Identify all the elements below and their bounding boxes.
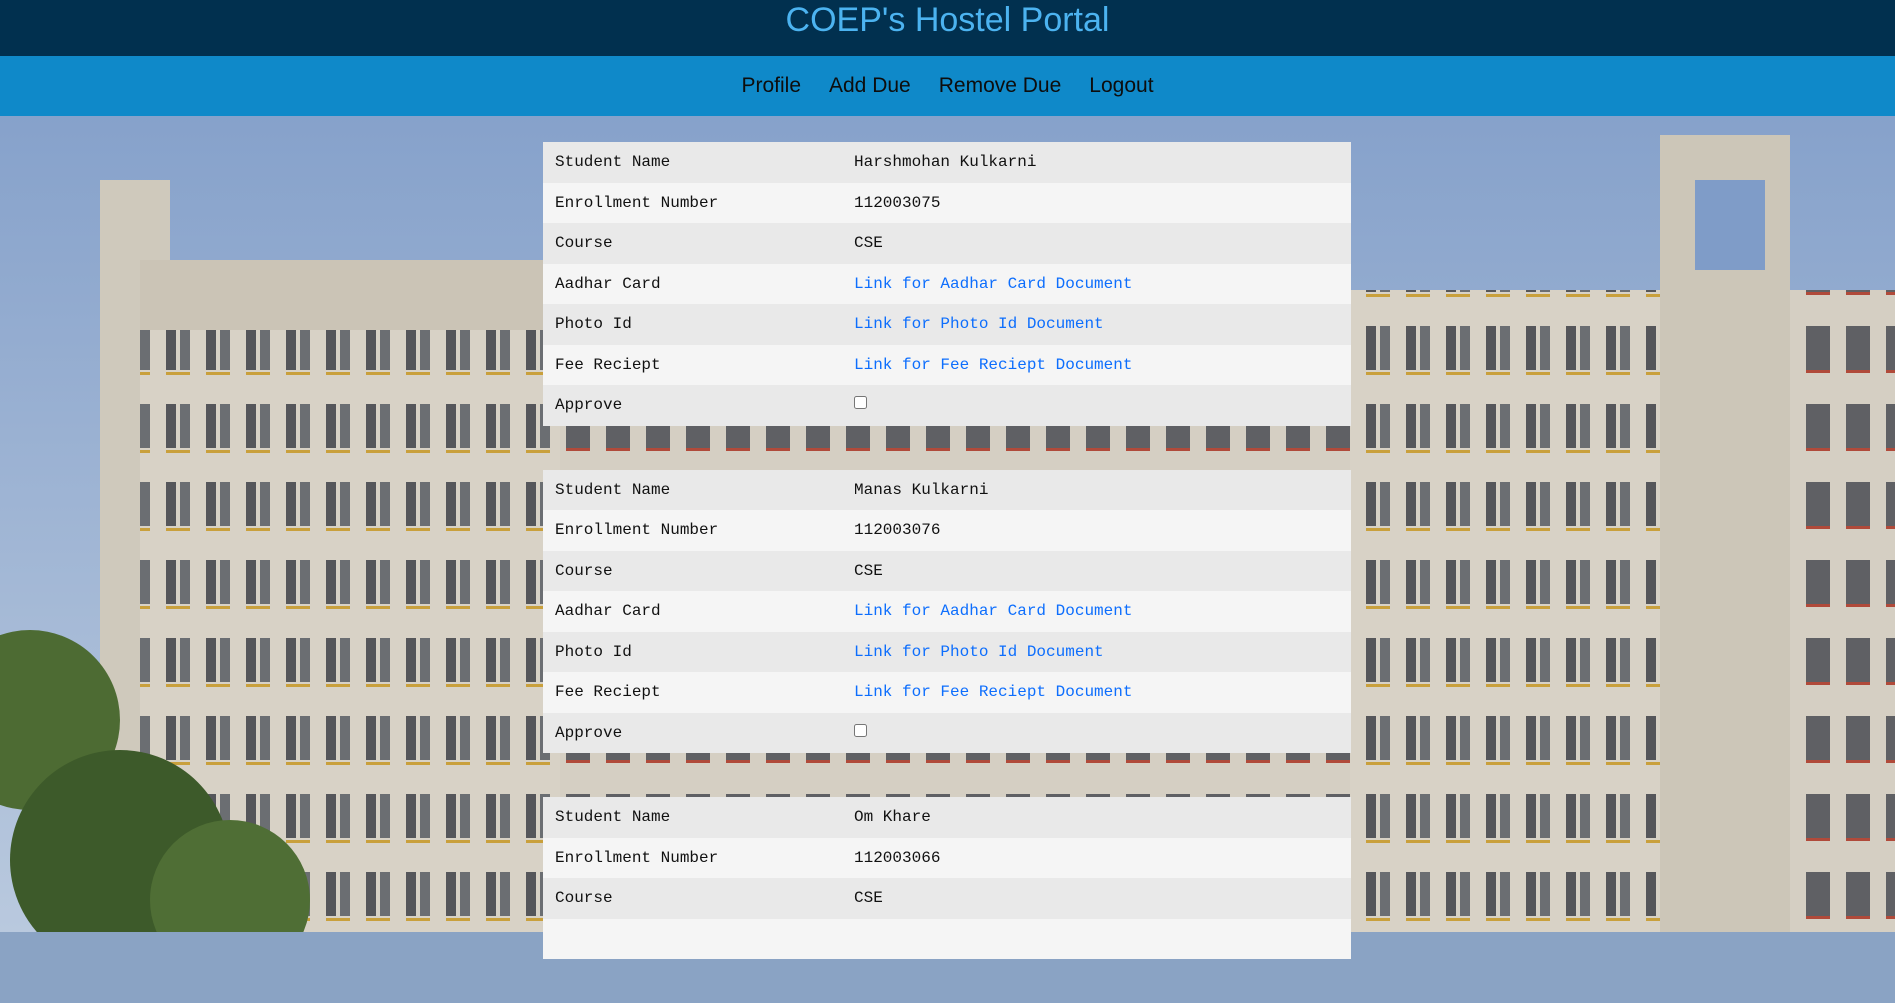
course-value: CSE [854, 889, 883, 908]
fee-receipt-document-link[interactable]: Link for Fee Reciept Document [854, 356, 1351, 374]
field-label: Approve [555, 723, 623, 742]
aadhar-document-link[interactable]: Link for Aadhar Card Document [854, 602, 1351, 620]
nav-profile-link[interactable]: Profile [727, 74, 815, 98]
field-label: Photo Id [555, 315, 632, 334]
table-row: Student Name Om Khare [543, 797, 1351, 838]
nav-logout-link[interactable]: Logout [1075, 74, 1167, 98]
table-row: Student Name Manas Kulkarni [543, 469, 1351, 510]
table-row: Course CSE [543, 878, 1351, 919]
field-label: Student Name [555, 153, 671, 172]
photo-id-document-link[interactable]: Link for Photo Id Document [854, 315, 1351, 333]
student-name: Harshmohan Kulkarni [854, 153, 1037, 172]
student-card: Student Name Manas Kulkarni Enrollment N… [543, 469, 1351, 753]
field-label: Fee Reciept [555, 683, 661, 702]
student-name: Om Khare [854, 808, 931, 827]
table-row: Fee Reciept Link for Fee Reciept Documen… [543, 344, 1351, 385]
field-label: Aadhar Card [555, 274, 661, 293]
course-value: CSE [854, 234, 883, 253]
field-label: Enrollment Number [555, 848, 719, 867]
table-row: Aadhar Card Link for Aadhar Card Documen… [543, 263, 1351, 304]
table-row: Aadhar Card Link for Aadhar Card Documen… [543, 591, 1351, 632]
site-title: COEP's Hostel Portal [785, 1, 1110, 39]
approve-checkbox[interactable] [854, 396, 867, 410]
table-row: Enrollment Number 112003076 [543, 510, 1351, 551]
enrollment-number: 112003075 [854, 193, 941, 212]
site-header: COEP's Hostel Portal [0, 0, 1895, 56]
nav-remove-due-link[interactable]: Remove Due [925, 74, 1076, 98]
table-row: Photo Id Link for Photo Id Document [543, 304, 1351, 345]
enrollment-number: 112003066 [854, 848, 941, 867]
photo-id-document-link[interactable]: Link for Photo Id Document [854, 643, 1351, 661]
fee-receipt-document-link[interactable]: Link for Fee Reciept Document [854, 683, 1351, 701]
field-label: Enrollment Number [555, 521, 719, 540]
field-label: Student Name [555, 480, 671, 499]
field-label: Enrollment Number [555, 193, 719, 212]
field-label: Photo Id [555, 642, 632, 661]
table-row: Student Name Harshmohan Kulkarni [543, 142, 1351, 183]
table-row: Enrollment Number 112003075 [543, 182, 1351, 223]
field-label: Fee Reciept [555, 355, 661, 374]
table-row: Photo Id Link for Photo Id Document [543, 631, 1351, 672]
table-row: Course CSE [543, 550, 1351, 591]
field-label: Course [555, 561, 613, 580]
nav-add-due-link[interactable]: Add Due [815, 74, 925, 98]
field-label: Aadhar Card [555, 602, 661, 621]
student-card: Student Name Harshmohan Kulkarni Enrollm… [543, 142, 1351, 426]
main-nav: Profile Add Due Remove Due Logout [0, 56, 1895, 116]
approve-checkbox[interactable] [854, 723, 867, 737]
table-row: Approve [543, 712, 1351, 753]
table-row: Course CSE [543, 223, 1351, 264]
table-row: Fee Reciept Link for Fee Reciept Documen… [543, 672, 1351, 713]
student-list: Student Name Harshmohan Kulkarni Enrollm… [543, 142, 1351, 1003]
table-row: Enrollment Number 112003066 [543, 837, 1351, 878]
field-label: Approve [555, 396, 623, 415]
field-label: Course [555, 889, 613, 908]
field-label: Student Name [555, 808, 671, 827]
course-value: CSE [854, 561, 883, 580]
student-name: Manas Kulkarni [854, 480, 989, 499]
student-card: Student Name Om Khare Enrollment Number … [543, 797, 1351, 959]
aadhar-document-link[interactable]: Link for Aadhar Card Document [854, 275, 1351, 293]
table-row: Approve [543, 385, 1351, 426]
field-label: Course [555, 234, 613, 253]
table-row [543, 918, 1351, 959]
enrollment-number: 112003076 [854, 521, 941, 540]
